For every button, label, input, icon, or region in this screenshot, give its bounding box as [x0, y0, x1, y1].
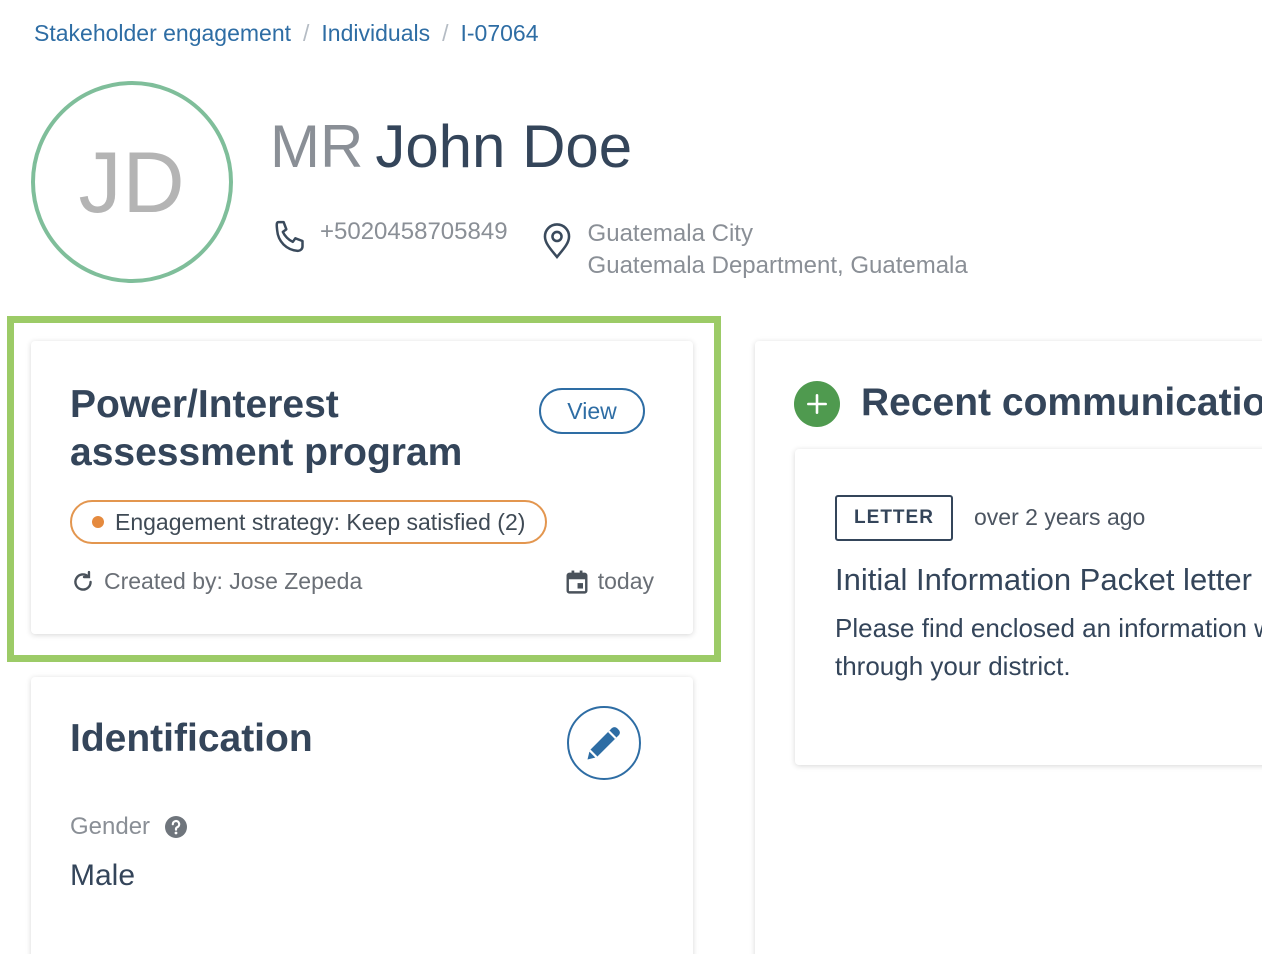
breadcrumb-current-id[interactable]: I-07064 — [461, 20, 539, 47]
phone-number: +5020458705849 — [320, 218, 508, 245]
breadcrumb: Stakeholder engagement / Individuals / I… — [34, 20, 539, 47]
communication-item[interactable]: LETTER over 2 years ago Initial Informat… — [795, 449, 1262, 765]
page: Stakeholder engagement / Individuals / I… — [0, 0, 1262, 954]
assessment-date: today — [566, 568, 654, 595]
engagement-strategy-badge: Engagement strategy: Keep satisfied (2) — [70, 500, 548, 544]
engagement-strategy-text: Engagement strategy: Keep satisfied (2) — [115, 508, 526, 535]
avatar-initials: JD — [78, 134, 186, 231]
breadcrumb-separator: / — [303, 20, 310, 46]
created-by-text: Created by: Jose Zepeda — [104, 568, 363, 594]
strategy-dot — [92, 516, 104, 528]
address-city: Guatemala City — [587, 220, 753, 247]
gender-label: Gender — [70, 813, 188, 841]
calendar-icon — [566, 570, 588, 594]
breadcrumb-stakeholder-engagement[interactable]: Stakeholder engagement — [34, 20, 291, 47]
gender-value: Male — [70, 859, 136, 892]
help-circle-icon[interactable] — [164, 815, 188, 839]
edit-identification-button[interactable] — [567, 706, 641, 780]
gender-label-text: Gender — [70, 813, 151, 840]
breadcrumb-separator: / — [442, 20, 449, 46]
communication-time: over 2 years ago — [974, 504, 1146, 530]
assessment-card: Power/Interest assessment program View E… — [31, 341, 693, 634]
phone-contact: +5020458705849 — [270, 218, 508, 282]
breadcrumb-individuals[interactable]: Individuals — [321, 20, 430, 47]
communications-title: Recent communications — [861, 381, 1262, 424]
phone-icon — [275, 220, 304, 253]
communication-type-badge: LETTER — [835, 495, 953, 541]
pencil-icon — [587, 727, 620, 760]
refresh-icon — [74, 570, 92, 591]
identification-card: Identification Gender Male — [31, 677, 693, 954]
person-name: John Doe — [375, 113, 633, 180]
location-contact: Guatemala City Guatemala Department, Gua… — [540, 218, 968, 282]
assessment-date-text: today — [597, 568, 654, 594]
page-title: MR John Doe — [270, 112, 632, 181]
created-by: Created by: Jose Zepeda — [70, 568, 362, 595]
view-button[interactable]: View — [539, 388, 645, 434]
address-region: Guatemala Department, Guatemala — [587, 252, 968, 279]
assessment-title: Power/Interest assessment program — [70, 383, 463, 474]
communication-subject: Initial Information Packet letter — [835, 562, 1252, 597]
identification-title: Identification — [70, 717, 313, 760]
plus-icon — [807, 394, 827, 414]
address: Guatemala City Guatemala Department, Gua… — [588, 218, 968, 282]
communication-body: Please find enclosed an information will… — [835, 613, 1262, 681]
communications-card: Recent communications LETTER over 2 year… — [755, 341, 1262, 954]
name-title-prefix: MR — [270, 113, 364, 180]
map-pin-icon — [543, 223, 570, 260]
add-communication-button[interactable] — [794, 381, 840, 427]
contact-info: +5020458705849 Guatemala City Guatemala … — [270, 218, 968, 282]
avatar: JD — [31, 81, 233, 283]
